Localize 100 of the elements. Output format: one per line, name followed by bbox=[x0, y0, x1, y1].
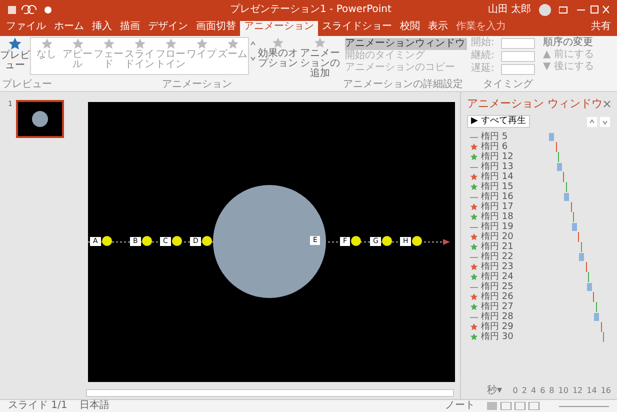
ribbon-tab[interactable]: デザイン bbox=[144, 21, 192, 36]
animation-item[interactable]: 楕円 30 bbox=[481, 332, 529, 342]
close-icon[interactable] bbox=[603, 100, 611, 108]
star-icon bbox=[470, 183, 478, 191]
star-icon bbox=[470, 213, 478, 221]
star-icon bbox=[196, 38, 208, 50]
ribbon-tab[interactable]: 表示 bbox=[424, 21, 452, 36]
slide-thumbnail[interactable] bbox=[16, 100, 64, 138]
animation-item[interactable]: 楕円 29 bbox=[481, 322, 529, 332]
time-scale-label: 2 bbox=[522, 386, 527, 396]
ribbon-tab[interactable]: 描画 bbox=[116, 21, 144, 36]
ribbon-tab[interactable]: 画面切替 bbox=[192, 21, 240, 36]
animation-effect-button[interactable]: スライドイン bbox=[124, 38, 155, 74]
advanced-option[interactable]: アニメーションウィンドウ bbox=[345, 38, 467, 50]
ribbon-tab[interactable]: スライドショー bbox=[318, 21, 396, 36]
animation-item[interactable]: 楕円 15 bbox=[481, 182, 529, 192]
horizontal-scrollbar[interactable] bbox=[86, 389, 454, 397]
animation-item[interactable]: 楕円 17 bbox=[481, 202, 529, 212]
animation-item[interactable]: 楕円 16 bbox=[481, 192, 529, 202]
pane-title: アニメーション ウィンドウ bbox=[467, 96, 602, 112]
star-icon bbox=[40, 38, 52, 50]
star-icon bbox=[226, 38, 238, 50]
animation-item[interactable]: 楕円 12 bbox=[481, 152, 529, 162]
time-scale-label: 0 bbox=[512, 386, 518, 396]
time-scale-label: 10 bbox=[558, 386, 568, 396]
animation-item[interactable]: 楕円 27 bbox=[481, 302, 529, 312]
timeline-bar bbox=[600, 322, 602, 332]
timeline-bar bbox=[578, 232, 579, 242]
animation-item[interactable]: 楕円 6 bbox=[481, 142, 529, 152]
animation-item[interactable]: 楕円 14 bbox=[481, 172, 529, 182]
timeline-bar bbox=[570, 202, 572, 212]
ribbon-tab[interactable]: ファイル bbox=[2, 21, 50, 36]
animation-effect-button[interactable]: アピール bbox=[62, 38, 93, 74]
tell-me-field[interactable]: 作業を入力 bbox=[452, 21, 510, 36]
time-scale-label: 14 bbox=[586, 386, 597, 396]
ribbon-tab[interactable]: 校閲 bbox=[396, 21, 424, 36]
animation-item[interactable]: 楕円 23 bbox=[481, 262, 529, 272]
timing-field[interactable] bbox=[501, 38, 535, 48]
group-label: アニメーションの詳細設定 bbox=[342, 80, 464, 90]
animation-item[interactable]: 楕円 19 bbox=[481, 222, 529, 232]
share-button[interactable]: 共有 bbox=[587, 21, 615, 36]
window-controls-icon[interactable] bbox=[559, 5, 609, 15]
language-indicator: 日本語 bbox=[79, 400, 110, 412]
user-name: 山田 太郎 bbox=[488, 4, 531, 16]
ribbon-button[interactable]: アニメーションの追加 bbox=[299, 37, 341, 79]
animation-item[interactable]: 楕円 13 bbox=[481, 162, 529, 172]
timeline-bar bbox=[563, 172, 564, 182]
timing-label: 継続: bbox=[471, 50, 496, 62]
avatar-icon bbox=[539, 4, 551, 16]
star-icon bbox=[470, 153, 478, 161]
preview-button[interactable]: プレビュー bbox=[0, 37, 30, 71]
play-all-button[interactable]: ▶ すべて再生 bbox=[467, 115, 530, 128]
star-icon bbox=[470, 273, 478, 281]
timeline-bar bbox=[549, 133, 554, 141]
star-icon bbox=[470, 173, 478, 181]
star-icon bbox=[102, 38, 114, 50]
group-label: アニメーション bbox=[161, 80, 233, 90]
time-scale-label: 8 bbox=[549, 386, 554, 396]
group-label: プレビュー bbox=[1, 80, 53, 90]
animation-item[interactable]: 楕円 22 bbox=[481, 252, 529, 262]
animation-item[interactable]: 楕円 24 bbox=[481, 272, 529, 282]
timeline-bar bbox=[593, 292, 594, 302]
animation-effect-button[interactable]: ワイプ bbox=[186, 38, 217, 74]
timing-label: 遅延: bbox=[471, 63, 496, 75]
window-title: プレゼンテーション1 - PowerPoint bbox=[230, 4, 392, 16]
animation-item[interactable]: 楕円 18 bbox=[481, 212, 529, 222]
slide-counter: スライド 1/1 bbox=[8, 400, 68, 412]
group-label: タイミング bbox=[482, 80, 534, 90]
time-scale-label: 12 bbox=[572, 386, 583, 396]
timing-field[interactable] bbox=[501, 50, 535, 62]
animation-item[interactable]: 楕円 28 bbox=[481, 312, 529, 322]
quick-access-icons[interactable] bbox=[8, 5, 52, 15]
animation-item[interactable]: 楕円 26 bbox=[481, 292, 529, 302]
animation-item[interactable]: 楕円 21 bbox=[481, 242, 529, 252]
star-icon bbox=[470, 143, 478, 151]
ribbon-tab[interactable]: ホーム bbox=[50, 21, 88, 36]
time-scale-label: 4 bbox=[530, 386, 536, 396]
animation-item[interactable]: 楕円 25 bbox=[481, 282, 529, 292]
star-icon bbox=[470, 243, 478, 251]
ribbon-button[interactable]: 効果のオプション bbox=[257, 37, 299, 69]
timing-label: 開始: bbox=[471, 37, 496, 49]
star-icon bbox=[272, 37, 284, 49]
star-icon bbox=[470, 303, 478, 311]
ribbon-tab[interactable]: アニメーション bbox=[240, 21, 318, 36]
animation-effect-button[interactable]: フロートイン bbox=[155, 38, 186, 74]
animation-effect-button[interactable]: なし bbox=[31, 38, 62, 74]
animation-effect-button[interactable]: ズーム bbox=[217, 38, 248, 74]
star-icon bbox=[470, 263, 478, 271]
time-scale-label: 6 bbox=[540, 386, 546, 396]
reorder-arrows-icon[interactable] bbox=[587, 116, 611, 126]
star-icon bbox=[470, 293, 478, 301]
star-icon bbox=[470, 233, 478, 241]
timing-field[interactable] bbox=[501, 64, 535, 74]
animation-item[interactable]: 楕円 20 bbox=[481, 232, 529, 242]
animation-effect-button[interactable]: フェード bbox=[93, 38, 124, 74]
star-icon bbox=[470, 333, 478, 341]
animation-item[interactable]: 楕円 5 bbox=[481, 132, 529, 142]
time-unit[interactable]: 秒▾ bbox=[487, 386, 502, 396]
notes-button[interactable]: ノート bbox=[445, 400, 475, 412]
ribbon-tab[interactable]: 挿入 bbox=[88, 21, 116, 36]
